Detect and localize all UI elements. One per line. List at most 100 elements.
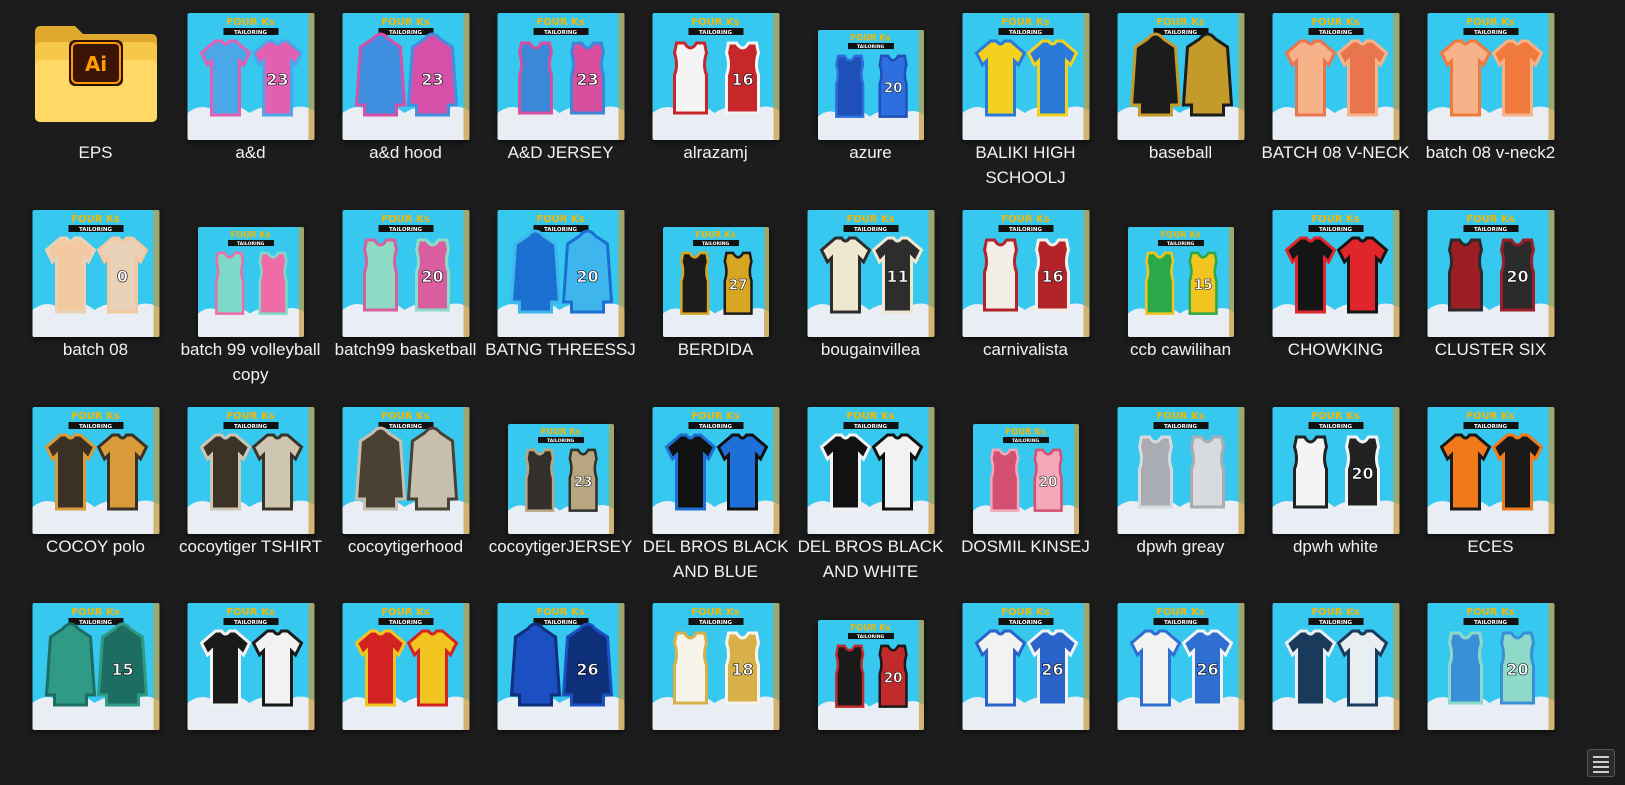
thumbnail-brand-text: FOUR Ks [1156,411,1204,422]
file-item[interactable]: FOUR Ks TAILORING cocoytiger TSHIRT [173,394,328,590]
thumbnail-sub-text: TAILORING [1008,227,1041,233]
file-thumbnail: FOUR Ks TAILORING 27 [662,227,769,337]
file-item[interactable]: FOUR Ks TAILORING 27 BERDIDA [638,197,793,393]
file-label: CLUSTER SIX [1434,340,1547,359]
file-item[interactable]: FOUR Ks TAILORING 26 [1103,590,1258,785]
thumbnail-sub-text: TAILORING [388,227,421,233]
file-item[interactable]: FOUR Ks TAILORING 20 dpwh white [1258,394,1413,590]
thumbnail-sub-text: TAILORING [546,438,574,444]
file-grid: Ai EPS FOUR Ks TAILORING 23 a&d FOUR Ks TAILO… [0,0,1625,785]
file-item[interactable]: FOUR Ks TAILORING baseball [1103,0,1258,196]
garment-front [354,426,406,511]
thumbnail-brand-text: FOUR Ks [1311,607,1359,618]
file-item[interactable]: FOUR Ks TAILORING batch 08 v-neck2 [1413,0,1568,196]
file-label: batch 99 volleyball copy [180,340,321,384]
file-item[interactable]: FOUR Ks TAILORING 26 [948,590,1103,785]
file-item[interactable]: FOUR Ks TAILORING 0 batch 08 [18,197,173,393]
file-item[interactable]: FOUR Ks TAILORING 15 ccb cawilihan [1103,197,1258,393]
file-item[interactable]: FOUR Ks TAILORING DEL BROS BLACK AND WHITE [793,394,948,590]
file-item[interactable]: FOUR Ks TAILORING 18 [638,590,793,785]
thumbnail-sub-text: TAILORING [233,30,266,36]
garment-back [406,426,458,511]
file-item[interactable]: FOUR Ks TAILORING 20 [1413,590,1568,785]
file-thumbnail: FOUR Ks TAILORING [197,227,304,337]
file-item[interactable]: FOUR Ks TAILORING 20 CLUSTER SIX [1413,197,1568,393]
garment-front [1447,631,1483,705]
file-item[interactable]: FOUR Ks TAILORING CHOWKING [1258,197,1413,393]
garment-front [1292,435,1328,509]
file-item[interactable]: FOUR Ks TAILORING 20 azure [793,0,948,196]
file-thumbnail: FOUR Ks TAILORING 0 [32,210,159,337]
garment-back [1181,32,1233,117]
garment-front [517,41,553,115]
file-item[interactable]: FOUR Ks TAILORING [173,590,328,785]
file-item[interactable]: FOUR Ks TAILORING 20 DOSMIL KINSEJ [948,394,1103,590]
thumbnail-artwork: FOUR Ks TAILORING 26 [1117,603,1244,730]
file-item[interactable]: FOUR Ks TAILORING 20 [793,590,948,785]
garment-front [509,229,561,314]
file-label: bougainvillea [820,340,921,359]
file-item[interactable]: FOUR Ks TAILORING dpwh greay [1103,394,1258,590]
file-thumbnail: FOUR Ks TAILORING 26 [962,603,1089,730]
file-label: azure [849,143,892,162]
jersey-number: 23 [421,70,443,89]
file-item[interactable]: FOUR Ks TAILORING 23 a&d hood [328,0,483,196]
file-item[interactable]: FOUR Ks TAILORING BALIKI HIGH SCHOOLJ [948,0,1103,196]
file-item[interactable]: FOUR Ks TAILORING 20 BATNG THREESSJ [483,197,638,393]
thumbnail-sub-text: TAILORING [78,424,111,430]
thumbnail-sub-text: TAILORING [543,227,576,233]
details-view-icon[interactable] [1587,749,1615,777]
file-thumbnail: FOUR Ks TAILORING [187,603,314,730]
file-item[interactable]: FOUR Ks TAILORING 23 cocoytigerJERSEY [483,394,638,590]
file-thumbnail: FOUR Ks TAILORING [807,407,934,534]
garment-front [362,238,398,312]
thumbnail-brand-text: FOUR Ks [1466,411,1514,422]
file-item[interactable]: FOUR Ks TAILORING 23 A&D JERSEY [483,0,638,196]
file-thumbnail: FOUR Ks TAILORING [1427,407,1554,534]
file-item[interactable]: FOUR Ks TAILORING ECES [1413,394,1568,590]
thumbnail-sub-text: TAILORING [698,30,731,36]
file-item[interactable]: FOUR Ks TAILORING 23 a&d [173,0,328,196]
file-label: alrazamj [683,143,748,162]
file-thumbnail: FOUR Ks TAILORING 20 [497,210,624,337]
file-thumbnail: FOUR Ks TAILORING 15 [1127,227,1234,337]
file-thumbnail: FOUR Ks TAILORING 20 [1427,210,1554,337]
file-thumbnail: FOUR Ks TAILORING [652,407,779,534]
thumbnail-artwork: FOUR Ks TAILORING 23 [497,13,624,140]
file-thumbnail: FOUR Ks TAILORING [1427,13,1554,140]
thumbnail-artwork: FOUR Ks TAILORING 16 [962,210,1089,337]
thumbnail-brand-text: FOUR Ks [226,17,274,28]
file-item[interactable]: FOUR Ks TAILORING [328,590,483,785]
file-thumbnail: FOUR Ks TAILORING 16 [652,13,779,140]
file-item[interactable]: FOUR Ks TAILORING 15 [18,590,173,785]
file-item[interactable]: FOUR Ks TAILORING BATCH 08 V-NECK [1258,0,1413,196]
file-item[interactable]: FOUR Ks TAILORING cocoytigerhood [328,394,483,590]
file-thumbnail: FOUR Ks TAILORING 26 [1117,603,1244,730]
thumbnail-sub-text: TAILORING [698,620,731,626]
file-item[interactable]: FOUR Ks TAILORING [1258,590,1413,785]
folder-item-eps[interactable]: Ai EPS [18,0,173,196]
file-item[interactable]: FOUR Ks TAILORING batch 99 volleyball copy [173,197,328,393]
thumbnail-sub-text: TAILORING [1473,620,1506,626]
garment-front [509,622,561,707]
thumbnail-brand-text: FOUR Ks [850,33,890,43]
thumbnail-brand-text: FOUR Ks [230,230,270,240]
jersey-number: 23 [573,474,592,490]
file-thumbnail: FOUR Ks TAILORING 16 [962,210,1089,337]
file-thumbnail: FOUR Ks TAILORING 20 [972,424,1079,534]
file-thumbnail: FOUR Ks TAILORING [342,603,469,730]
file-item[interactable]: FOUR Ks TAILORING 16 carnivalista [948,197,1103,393]
thumbnail-artwork: FOUR Ks TAILORING [32,407,159,534]
thumbnail-sub-text: TAILORING [1163,620,1196,626]
file-label: DOSMIL KINSEJ [961,537,1090,556]
file-item[interactable]: FOUR Ks TAILORING 11 bougainvillea [793,197,948,393]
thumbnail-brand-text: FOUR Ks [846,214,894,225]
thumbnail-brand-text: FOUR Ks [1001,607,1049,618]
file-item[interactable]: FOUR Ks TAILORING 16 alrazamj [638,0,793,196]
file-item[interactable]: FOUR Ks TAILORING 20 batch99 basketball [328,197,483,393]
thumbnail-sub-text: TAILORING [78,620,111,626]
file-item[interactable]: FOUR Ks TAILORING COCOY polo [18,394,173,590]
jersey-number: 26 [1196,660,1218,679]
file-item[interactable]: FOUR Ks TAILORING 26 [483,590,638,785]
file-item[interactable]: FOUR Ks TAILORING DEL BROS BLACK AND BLUE [638,394,793,590]
